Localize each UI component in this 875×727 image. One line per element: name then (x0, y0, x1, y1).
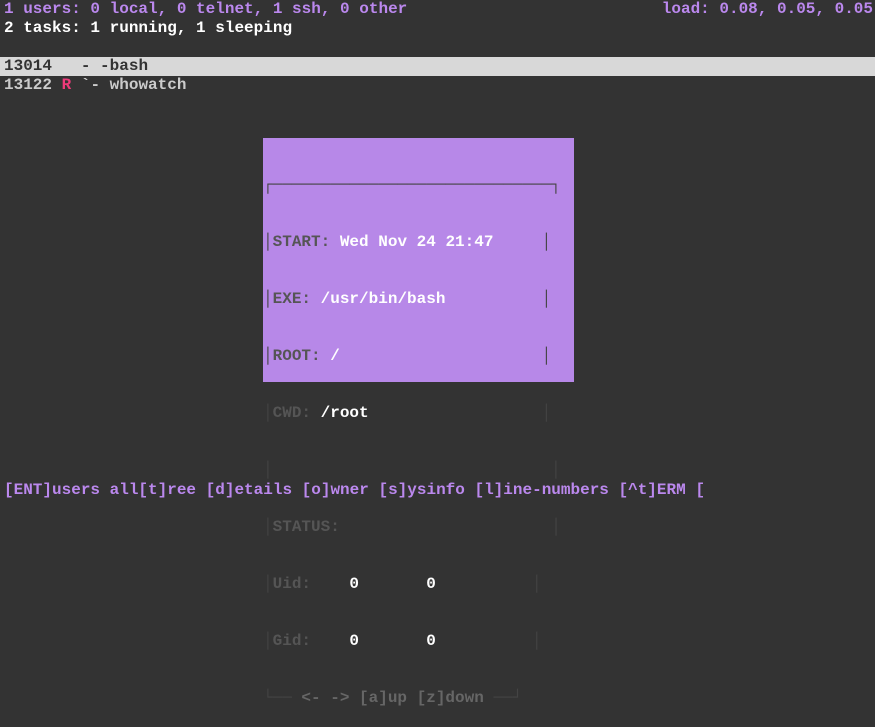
popup-border-bottom: └── <- -> [a]up [z]down ──┘ (263, 689, 574, 708)
popup-start-value: Wed Nov 24 21:47 (340, 233, 494, 251)
header-users-load: 1 users: 0 local, 0 telnet, 1 ssh, 0 oth… (0, 0, 875, 19)
load-average: load: 0.08, 0.05, 0.05 (662, 0, 875, 19)
process-details-popup: ┌─────────────────────────────┐ │START: … (263, 138, 574, 382)
process-state: R (62, 76, 72, 94)
process-command: whowatch (110, 76, 187, 94)
popup-root-value: / (330, 347, 340, 365)
process-list: 13014 - -bash13122 R `- whowatch (0, 57, 875, 95)
popup-uid-v1: 0 (349, 575, 359, 593)
process-row[interactable]: 13014 - -bash (0, 57, 875, 76)
popup-status-row: │STATUS: │ (263, 518, 574, 537)
tree-branch: - (71, 57, 100, 75)
process-state (62, 57, 72, 75)
process-command: -bash (100, 57, 148, 75)
process-pid: 13014 (4, 57, 52, 75)
popup-exe-value: /usr/bin/bash (321, 290, 446, 308)
users-summary: 1 users: 0 local, 0 telnet, 1 ssh, 0 oth… (4, 0, 407, 19)
popup-gid-v2: 0 (426, 632, 436, 650)
tree-branch: `- (71, 76, 109, 94)
tasks-summary: 2 tasks: 1 running, 1 sleeping (0, 19, 875, 38)
popup-start-row: │START: Wed Nov 24 21:47 │ (263, 233, 574, 252)
popup-cwd-label: CWD: (273, 404, 311, 422)
popup-root-label: ROOT: (273, 347, 321, 365)
process-pid: 13122 (4, 76, 52, 94)
popup-nav-hint: <- -> [a]up [z]down (301, 689, 483, 707)
popup-blank-row: │ │ (263, 461, 574, 480)
popup-uid-label: Uid: (273, 575, 311, 593)
blank-line (0, 38, 875, 57)
process-row[interactable]: 13122 R `- whowatch (0, 76, 875, 95)
popup-uid-v2: 0 (426, 575, 436, 593)
popup-uid-row: │Uid: 0 0 │ (263, 575, 574, 594)
popup-exe-label: EXE: (273, 290, 311, 308)
popup-cwd-row: │CWD: /root │ (263, 404, 574, 423)
popup-gid-v1: 0 (349, 632, 359, 650)
popup-gid-label: Gid: (273, 632, 311, 650)
popup-exe-row: │EXE: /usr/bin/bash │ (263, 290, 574, 309)
popup-start-label: START: (273, 233, 331, 251)
popup-root-row: │ROOT: / │ (263, 347, 574, 366)
footer-text: [ENT]users all[t]ree [d]etails [o]wner [… (4, 481, 705, 499)
popup-cwd-value: /root (321, 404, 369, 422)
popup-gid-row: │Gid: 0 0 │ (263, 632, 574, 651)
footer-keybindings: [ENT]users all[t]ree [d]etails [o]wner [… (0, 481, 875, 500)
popup-border-top: ┌─────────────────────────────┐ (263, 176, 574, 195)
popup-status-label: STATUS: (273, 518, 340, 536)
